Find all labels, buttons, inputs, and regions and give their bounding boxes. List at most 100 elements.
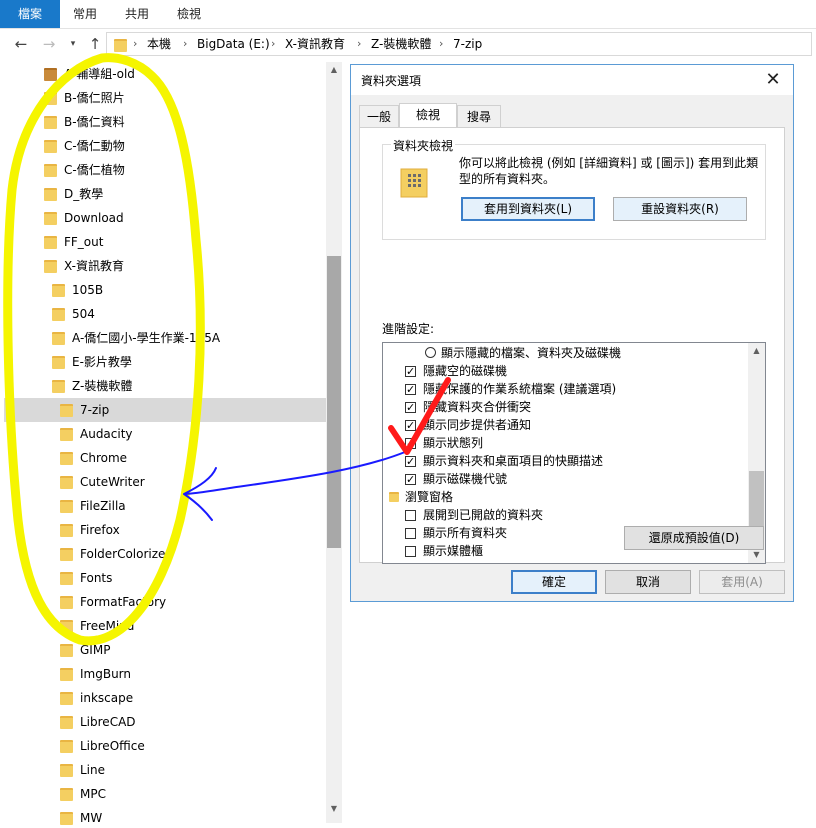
folder-icon bbox=[60, 428, 73, 441]
tree-item[interactable]: Line bbox=[80, 760, 105, 780]
checkbox[interactable]: ✓ bbox=[405, 456, 416, 467]
scroll-up-arrow-icon[interactable]: ▲ bbox=[328, 64, 340, 76]
checkbox[interactable]: ✓ bbox=[405, 420, 416, 431]
breadcrumb-7zip[interactable]: 7-zip bbox=[453, 33, 482, 55]
breadcrumb-separator: › bbox=[357, 37, 362, 50]
reset-folders-button[interactable]: 重設資料夾(R) bbox=[613, 197, 747, 221]
tree-item[interactable]: B-僑仁照片 bbox=[64, 88, 125, 108]
view-tab-panel: 資料夾檢視 你可以將此檢視 (例如 [詳細資料] 或 [圖示]) 套用到此類 型… bbox=[359, 127, 785, 564]
tree-item[interactable]: FF_out bbox=[64, 232, 103, 252]
tab-home[interactable]: 常用 bbox=[62, 0, 108, 28]
arrow-right-icon[interactable]: → bbox=[40, 33, 58, 55]
checkbox[interactable]: ✓ bbox=[405, 402, 416, 413]
close-icon[interactable]: ✕ bbox=[759, 67, 787, 93]
tree-item[interactable]: A-輔導組-old bbox=[64, 64, 135, 84]
advanced-setting-label: 顯示隱藏的檔案、資料夾及磁碟機 bbox=[441, 346, 622, 360]
tree-item[interactable]: LibreOffice bbox=[80, 736, 145, 756]
tab-view-options[interactable]: 檢視 bbox=[399, 103, 457, 129]
tree-item[interactable]: FolderColorizer bbox=[80, 544, 170, 564]
tree-item[interactable]: B-僑仁資料 bbox=[64, 112, 125, 132]
checkbox[interactable] bbox=[405, 546, 416, 557]
checkbox[interactable] bbox=[405, 528, 416, 539]
tree-item[interactable]: FileZilla bbox=[80, 496, 126, 516]
tree-item[interactable]: LibreCAD bbox=[80, 712, 136, 732]
checkbox[interactable]: ✓ bbox=[405, 384, 416, 395]
breadcrumb-this-pc[interactable]: 本機 bbox=[147, 33, 171, 55]
advanced-setting-row[interactable]: 瀏覽窗格 bbox=[383, 488, 749, 506]
advanced-setting-row[interactable]: ✓ 顯示同步提供者通知 bbox=[383, 416, 749, 434]
cancel-button[interactable]: 取消 bbox=[605, 570, 691, 594]
apply-button[interactable]: 套用(A) bbox=[699, 570, 785, 594]
tree-item[interactable]: Firefox bbox=[80, 520, 120, 540]
chevron-down-icon[interactable]: ▾ bbox=[64, 33, 82, 55]
tab-view[interactable]: 檢視 bbox=[166, 0, 212, 28]
checkbox[interactable]: ✓ bbox=[405, 474, 416, 485]
folder-icon bbox=[44, 116, 57, 129]
tree-item[interactable]: MPC bbox=[80, 784, 106, 804]
advanced-setting-row[interactable]: ✓ 隱藏資料夾合併衝突 bbox=[383, 398, 749, 416]
tab-general[interactable]: 一般 bbox=[359, 105, 399, 127]
tree-item[interactable]: E-影片教學 bbox=[72, 352, 132, 372]
tree-item[interactable]: 105B bbox=[72, 280, 103, 300]
scroll-down-arrow-icon[interactable]: ▼ bbox=[328, 803, 340, 815]
tree-item[interactable]: CuteWriter bbox=[80, 472, 145, 492]
tab-search[interactable]: 搜尋 bbox=[457, 105, 501, 127]
apply-to-folders-button[interactable]: 套用到資料夾(L) bbox=[461, 197, 595, 221]
breadcrumb-separator: › bbox=[271, 37, 276, 50]
radio-button[interactable] bbox=[425, 347, 436, 358]
folder-icon bbox=[60, 404, 73, 417]
folder-icon bbox=[44, 236, 57, 249]
checkbox[interactable] bbox=[405, 510, 416, 521]
advanced-setting-row[interactable]: ✓ 顯示資料夾和桌面項目的快顯描述 bbox=[383, 452, 749, 470]
arrow-left-icon[interactable]: ← bbox=[12, 33, 30, 55]
tree-item[interactable]: C-僑仁動物 bbox=[64, 136, 125, 156]
tree-item[interactable]: A-僑仁國小-學生作業-105A bbox=[72, 328, 220, 348]
folder-views-description-2: 型的所有資料夾。 bbox=[459, 172, 556, 186]
advanced-setting-row[interactable]: ✓ 顯示磁碟機代號 bbox=[383, 470, 749, 488]
folder-icon bbox=[60, 524, 73, 537]
tree-scrollbar-thumb[interactable] bbox=[327, 256, 341, 548]
tree-item[interactable]: 7-zip bbox=[80, 400, 109, 420]
arrow-up-icon[interactable]: ↑ bbox=[86, 33, 104, 55]
tree-item[interactable]: X-資訊教育 bbox=[64, 256, 124, 276]
tree-item[interactable]: inkscape bbox=[80, 688, 133, 708]
tree-item[interactable]: FormatFactory bbox=[80, 592, 166, 612]
tree-item[interactable]: Download bbox=[64, 208, 124, 228]
folder-icon bbox=[60, 740, 73, 753]
tree-item[interactable]: C-僑仁植物 bbox=[64, 160, 125, 180]
folder-icon bbox=[114, 39, 127, 52]
advanced-setting-row[interactable]: 展開到已開啟的資料夾 bbox=[383, 506, 749, 524]
advanced-setting-row[interactable]: ✓ 顯示狀態列 bbox=[383, 434, 749, 452]
restore-defaults-button[interactable]: 還原成預設值(D) bbox=[624, 526, 764, 550]
checkbox[interactable]: ✓ bbox=[405, 366, 416, 377]
checkmark-icon: ✓ bbox=[406, 419, 416, 432]
advanced-setting-label: 顯示媒體櫃 bbox=[423, 544, 484, 558]
breadcrumb-x-info[interactable]: X-資訊教育 bbox=[285, 33, 345, 55]
tree-item[interactable]: FreeMind bbox=[80, 616, 134, 636]
folder-icon bbox=[52, 356, 65, 369]
tree-item[interactable]: ImgBurn bbox=[80, 664, 131, 684]
tab-share[interactable]: 共用 bbox=[114, 0, 160, 28]
tree-item[interactable]: MW bbox=[80, 808, 102, 828]
advanced-setting-row[interactable]: ✓ 隱藏保護的作業系統檔案 (建議選項) bbox=[383, 380, 749, 398]
breadcrumb-drive[interactable]: BigData (E:) bbox=[197, 33, 270, 55]
folder-icon bbox=[60, 644, 73, 657]
checkmark-icon: ✓ bbox=[406, 437, 416, 450]
tree-item[interactable]: Audacity bbox=[80, 424, 133, 444]
tree-item[interactable]: Chrome bbox=[80, 448, 127, 468]
tree-item[interactable]: Z-裝機軟體 bbox=[72, 376, 132, 396]
scroll-up-arrow-icon[interactable]: ▲ bbox=[748, 343, 765, 359]
path-box[interactable]: › 本機 › BigData (E:) › X-資訊教育 › Z-裝機軟體 › … bbox=[106, 32, 812, 56]
advanced-setting-row[interactable]: ✓ 隱藏空的磁碟機 bbox=[383, 362, 749, 380]
folder-icon bbox=[60, 788, 73, 801]
breadcrumb-separator: › bbox=[133, 37, 138, 50]
advanced-setting-row[interactable]: 顯示隱藏的檔案、資料夾及磁碟機 bbox=[383, 344, 749, 362]
tab-file[interactable]: 檔案 bbox=[0, 0, 60, 28]
tree-item[interactable]: D_教學 bbox=[64, 184, 103, 204]
breadcrumb-z-software[interactable]: Z-裝機軟體 bbox=[371, 33, 431, 55]
checkbox[interactable]: ✓ bbox=[405, 438, 416, 449]
tree-item[interactable]: GIMP bbox=[80, 640, 110, 660]
tree-item[interactable]: Fonts bbox=[80, 568, 112, 588]
ok-button[interactable]: 確定 bbox=[511, 570, 597, 594]
tree-item[interactable]: 504 bbox=[72, 304, 95, 324]
